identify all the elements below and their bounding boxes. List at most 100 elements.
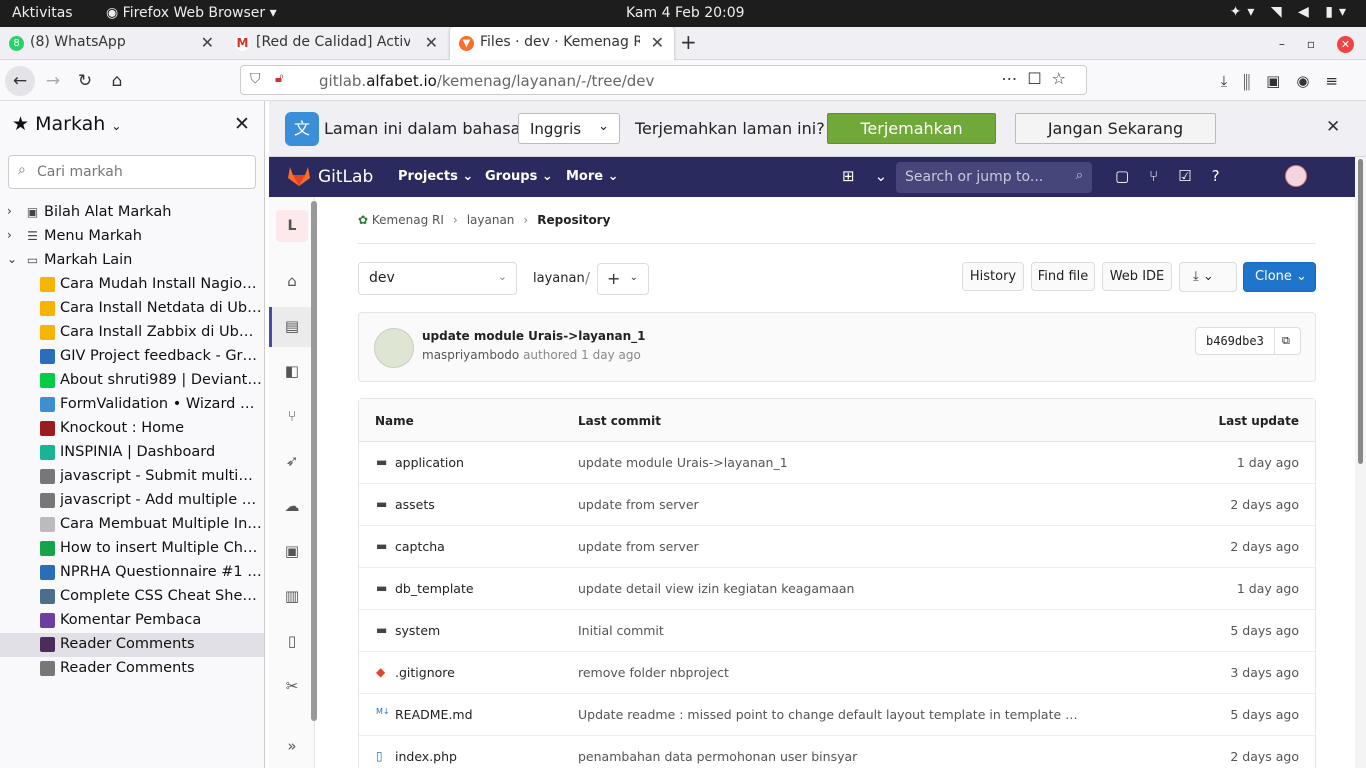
breadcrumb-project[interactable]: layanan: [467, 213, 515, 227]
repo-path-link[interactable]: layanan: [533, 271, 585, 286]
forward-button[interactable]: →: [38, 66, 68, 96]
bookmark-item[interactable]: How to insert Multiple Checkbox: [0, 537, 264, 561]
file-name[interactable]: index.php: [395, 749, 457, 764]
gitlab-search-input[interactable]: Search or jump to... ⌕: [896, 162, 1092, 193]
page-scrollbar[interactable]: [1355, 157, 1366, 768]
packages-icon[interactable]: ▣: [283, 542, 301, 560]
add-to-tree-button[interactable]: + ⌄: [597, 263, 649, 295]
bookmark-item[interactable]: Cara Mudah Install Nagios dan Monitoring: [0, 273, 264, 297]
file-commit[interactable]: Update readme : missed point to change d…: [578, 707, 1078, 722]
chevron-right-icon[interactable]: ›: [7, 228, 12, 242]
table-row[interactable]: ▬ db_template update detail view izin kegi…: [359, 568, 1315, 610]
gitlab-logo-icon[interactable]: [287, 165, 311, 187]
project-overview-icon[interactable]: ⌂: [283, 272, 301, 290]
new-tab-button[interactable]: +: [680, 30, 697, 54]
file-commit[interactable]: update detail view izin kegiatan keagama…: [578, 581, 1078, 596]
app-menu[interactable]: ◉ Firefox Web Browser ▾: [106, 5, 277, 21]
bookmark-folder[interactable]: › ▣ Bilah Alat Markah: [0, 201, 264, 225]
bookmark-folder[interactable]: ⌄ ▭ Markah Lain: [0, 249, 264, 273]
table-row[interactable]: ▬ application update module Urais->layanan…: [359, 442, 1315, 484]
table-row[interactable]: ▬ system Initial commit 5 days ago: [359, 610, 1315, 652]
activities-button[interactable]: Aktivitas: [12, 5, 73, 21]
file-commit[interactable]: penambahan data permohonan user binsyar: [578, 749, 1078, 764]
gitlab-brand[interactable]: GitLab: [318, 167, 373, 187]
shield-icon[interactable]: ⛉: [250, 71, 261, 87]
file-name[interactable]: application: [395, 455, 464, 470]
bookmark-item[interactable]: javascript - Add multiple fields to form: [0, 489, 264, 513]
back-button[interactable]: ←: [5, 66, 35, 96]
close-window-icon[interactable]: ✕: [1337, 36, 1354, 53]
sidebar-scrollbar[interactable]: [311, 201, 317, 721]
bookmark-item[interactable]: javascript - Submit multiple forms: [0, 465, 264, 489]
bookmark-item[interactable]: Cara Install Zabbix di Ubuntu Server: [0, 321, 264, 345]
project-avatar[interactable]: L: [276, 210, 308, 242]
tab-whatsapp[interactable]: 8 (8) WhatsApp ✕: [0, 27, 224, 60]
clock[interactable]: Kam 4 Feb 20:09: [626, 5, 745, 21]
bookmark-item[interactable]: Komentar Pembaca: [0, 609, 264, 633]
file-commit[interactable]: update from server: [578, 539, 1078, 554]
close-sidebar-icon[interactable]: ✕: [234, 113, 250, 135]
bookmark-item[interactable]: GIV Project feedback - Graphic: [0, 345, 264, 369]
translate-button[interactable]: Terjemahkan: [827, 113, 996, 144]
file-commit[interactable]: update module Urais->layanan_1: [578, 455, 1078, 470]
not-now-button[interactable]: Jangan Sekarang: [1015, 113, 1216, 144]
repository-icon[interactable]: ▤: [283, 317, 301, 335]
bookmark-item[interactable]: Reader Comments: [0, 633, 264, 657]
home-button[interactable]: ⌂: [102, 66, 132, 96]
bookmark-item[interactable]: FormValidation • Wizard plugin: [0, 393, 264, 417]
file-name[interactable]: assets: [395, 497, 435, 512]
operations-icon[interactable]: ☁: [283, 497, 301, 515]
close-tab-icon[interactable]: ✕: [651, 33, 664, 52]
bookmark-search-input[interactable]: ⌕ Cari markah: [8, 155, 256, 189]
tab-gmail[interactable]: M [Red de Calidad] Activa tu ✕: [226, 27, 448, 60]
maximize-icon[interactable]: ▫: [1307, 37, 1337, 51]
file-commit[interactable]: Initial commit: [578, 623, 1078, 638]
bookmark-item[interactable]: Reader Comments: [0, 657, 264, 681]
file-name[interactable]: system: [395, 623, 440, 638]
file-name[interactable]: db_template: [395, 581, 474, 596]
bookmark-item[interactable]: NPRHA Questionnaire #1 - Survey: [0, 561, 264, 585]
sidebar-header[interactable]: ★ Markah ⌄: [12, 113, 121, 135]
collapse-sidebar-icon[interactable]: »: [283, 737, 301, 755]
issues-icon[interactable]: ◧: [283, 362, 301, 380]
author-avatar[interactable]: [374, 328, 414, 368]
ci-cd-icon[interactable]: ➶: [283, 452, 301, 470]
commit-message[interactable]: update module Urais->layanan_1: [422, 329, 646, 343]
table-row[interactable]: ▬ captcha update from server 2 days ago: [359, 526, 1315, 568]
groups-menu[interactable]: Groups ⌄: [485, 169, 553, 184]
breadcrumb-current[interactable]: Repository: [537, 213, 610, 227]
projects-menu[interactable]: Projects ⌄: [398, 169, 473, 184]
file-name[interactable]: .gitignore: [395, 665, 455, 680]
branch-selector[interactable]: dev ⌄: [358, 262, 517, 295]
chevron-down-icon[interactable]: ⌄: [7, 252, 17, 266]
clone-button[interactable]: Clone ⌄: [1243, 262, 1316, 292]
page-actions[interactable]: ⋯☐☆: [1001, 69, 1076, 88]
system-tray[interactable]: ✦▾ ◥ ◀ ▮▾: [1230, 4, 1352, 20]
url-bar[interactable]: ⛉ 🔓︎ gitlab.alfabet.io/kemenag/layanan/-…: [240, 65, 1087, 95]
file-commit[interactable]: update from server: [578, 497, 1078, 512]
reload-button[interactable]: ↻: [70, 66, 100, 96]
tab-gitlab[interactable]: ▼ Files · dev · Kemenag RI / l ✕: [450, 27, 674, 60]
table-row[interactable]: ▬ assets update from server 2 days ago: [359, 484, 1315, 526]
scrollbar-thumb[interactable]: [1358, 159, 1363, 464]
file-name[interactable]: captcha: [395, 539, 445, 554]
bookmark-item[interactable]: INSPINIA | Dashboard: [0, 441, 264, 465]
history-button[interactable]: History: [962, 262, 1024, 291]
gitlab-nav-icons[interactable]: ▢⑂☑?: [1115, 167, 1240, 185]
insecure-lock-icon[interactable]: 🔓︎: [275, 71, 283, 86]
minimize-icon[interactable]: –: [1279, 37, 1307, 51]
close-tab-icon[interactable]: ✕: [425, 33, 438, 52]
file-name[interactable]: README.md: [395, 707, 473, 722]
more-menu[interactable]: More ⌄: [566, 169, 619, 184]
commit-sha[interactable]: b469dbe3 ⧉: [1195, 327, 1301, 355]
find-file-button[interactable]: Find file: [1031, 262, 1095, 291]
bookmark-item[interactable]: About shruti989 | DeviantArt: [0, 369, 264, 393]
merge-requests-icon[interactable]: ⑂: [283, 407, 301, 425]
wiki-icon[interactable]: ▯: [283, 632, 301, 650]
breadcrumb-group[interactable]: Kemenag RI: [372, 213, 444, 227]
web-ide-button[interactable]: Web IDE: [1102, 262, 1172, 291]
download-button[interactable]: ⤓ ⌄: [1179, 262, 1237, 292]
file-commit[interactable]: remove folder nbproject: [578, 665, 1078, 680]
bookmark-folder[interactable]: › ☰ Menu Markah: [0, 225, 264, 249]
bookmark-item[interactable]: Cara Membuat Multiple Insert: [0, 513, 264, 537]
